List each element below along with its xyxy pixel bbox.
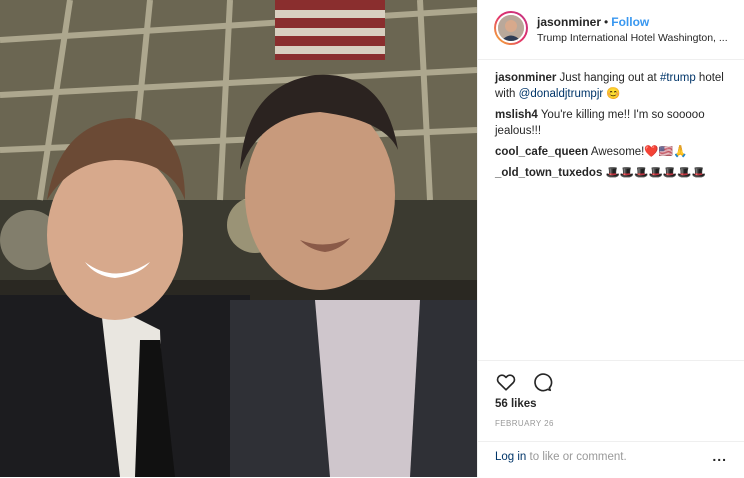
post-username[interactable]: jasonminer [537,15,601,29]
comment-username[interactable]: mslish4 [495,109,538,121]
comments-list: jasonminer Just hanging out at #trump ho… [495,70,735,186]
post-photo[interactable] [0,0,477,477]
login-prompt-text: to like or comment. [526,451,627,463]
comment-text: Just hanging out at [556,72,660,84]
separator-dot: • [604,15,609,29]
action-icons [495,371,563,393]
avatar[interactable] [494,11,528,45]
comment-username[interactable]: jasonminer [495,72,556,84]
login-prompt: Log in to like or comment. [495,451,627,463]
selfie-image [0,0,477,477]
comment-text: 🎩🎩🎩🎩🎩🎩🎩 [602,167,706,179]
post-footer: Log in to like or comment. ... [478,441,744,478]
comment-item: jasonminer Just hanging out at #trump ho… [495,70,735,102]
comment-text: Awesome!❤️🇺🇸🙏 [588,146,688,158]
username-row: jasonminer • Follow [537,15,649,29]
comment-username[interactable]: cool_cafe_queen [495,146,588,158]
heart-icon[interactable] [495,371,517,393]
comment-link[interactable]: #trump [660,72,696,84]
comment-item: mslish4 You're killing me!! I'm so soooo… [495,107,735,139]
comment-item: _old_town_tuxedos 🎩🎩🎩🎩🎩🎩🎩 [495,165,735,181]
comment-username[interactable]: _old_town_tuxedos [495,167,602,179]
actions-section: 56 likes FEBRUARY 26 Log in to like or c… [478,360,744,477]
like-count[interactable]: 56 likes [495,398,537,410]
post-date: FEBRUARY 26 [495,419,554,428]
avatar-image [498,15,524,41]
comment-icon[interactable] [531,371,553,393]
instagram-post: jasonminer • Follow Trump International Ho… [0,0,744,477]
comment-text: 😊 [603,88,621,100]
comment-link[interactable]: @donaldjtrumpjr [519,88,604,100]
post-header: jasonminer • Follow Trump International Ho… [478,0,744,60]
more-options-icon[interactable]: ... [712,448,727,464]
follow-button[interactable]: Follow [611,15,649,29]
post-location[interactable]: Trump International Hotel Washington, ..… [537,32,733,44]
post-sidebar: jasonminer • Follow Trump International Ho… [477,0,744,477]
comment-item: cool_cafe_queen Awesome!❤️🇺🇸🙏 [495,144,735,160]
login-link[interactable]: Log in [495,451,526,463]
